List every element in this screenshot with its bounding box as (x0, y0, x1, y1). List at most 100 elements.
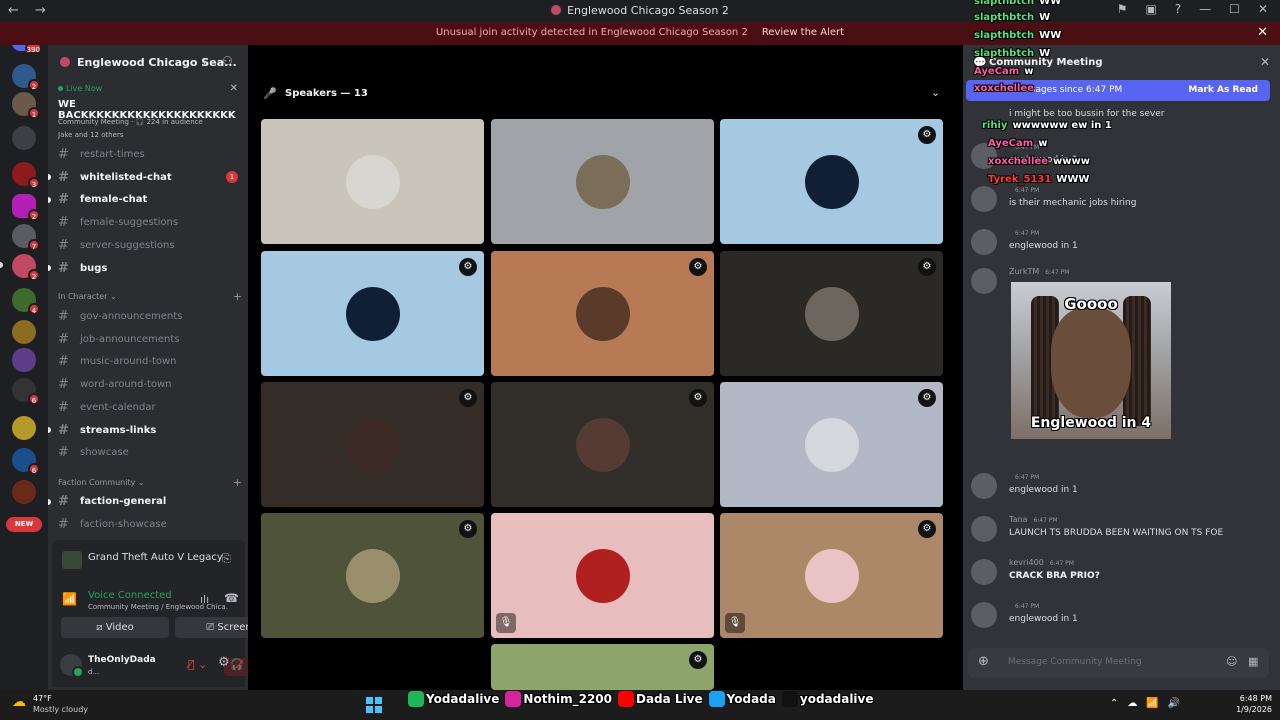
message-author[interactable]: ZurkTM 6:47 PM (1009, 267, 1069, 276)
start-button[interactable] (366, 697, 382, 713)
author-name[interactable]: Tana (1009, 515, 1027, 524)
review-alert-link[interactable]: Review the Alert (762, 27, 844, 38)
message-author[interactable]: 6:47 PM (1009, 601, 1039, 610)
emoji-icon[interactable]: ☺ (1226, 655, 1237, 668)
chevron-down-icon[interactable]: ⌄ (200, 54, 209, 67)
speaker-tile[interactable]: ⚙ (491, 251, 714, 376)
avatar[interactable] (971, 559, 997, 585)
speaker-avatar[interactable] (805, 155, 859, 209)
speaker-avatar[interactable] (576, 287, 630, 341)
message-author[interactable]: 6:47 PM (1009, 185, 1039, 194)
speaker-avatar[interactable] (805, 287, 859, 341)
speaker-tile[interactable]: ⚙ (720, 119, 943, 244)
author-name[interactable]: ZurkTM (1009, 267, 1039, 276)
app-icon[interactable]: ▦ (1248, 655, 1258, 668)
server-icon[interactable] (12, 480, 36, 504)
mic-muted-icon[interactable]: 🎙̸ ⌄ (188, 658, 216, 676)
server-icon[interactable]: 6 (12, 448, 40, 475)
author-name[interactable]: kevri400 (1009, 558, 1044, 567)
avatar[interactable] (60, 654, 84, 678)
live-stage-card[interactable]: Live Now ✕ WE BACKKKKKKKKKKKKKKKKKKKK Co… (52, 81, 244, 149)
server-icon[interactable]: 1 (12, 92, 40, 119)
avatar[interactable] (971, 473, 997, 499)
speaker-avatar[interactable] (576, 418, 630, 472)
settings-gear-icon[interactable]: ⚙ (218, 655, 230, 670)
speaker-avatar[interactable] (576, 155, 630, 209)
new-badge[interactable]: NEW (6, 517, 42, 532)
message-composer[interactable]: ⊕ Message Community Meeting ☺ ▦ (968, 648, 1269, 678)
speaker-avatar[interactable] (576, 549, 630, 603)
channel-bugs[interactable]: # bugs (48, 258, 242, 279)
add-channel-icon[interactable]: + (233, 290, 242, 303)
video-button[interactable]: ⧄ Video (61, 617, 169, 638)
channel-showcase[interactable]: # showcase (54, 442, 242, 463)
system-tray[interactable]: ⌃☁📶🔊 (1110, 698, 1189, 709)
channel-word-around-town[interactable]: # word-around-town (54, 374, 242, 395)
speaker-tile[interactable]: ⚙ (261, 382, 484, 507)
server-icon[interactable]: 3 (12, 162, 40, 189)
server-icon[interactable]: 2 (12, 64, 40, 91)
speaker-avatar[interactable] (805, 418, 859, 472)
noise-suppression-icon[interactable]: ılı (200, 593, 209, 606)
channel-event-calendar[interactable]: # event-calendar (54, 397, 242, 418)
disconnect-icon[interactable]: ☎ (224, 591, 239, 605)
server-icon[interactable]: 4 (12, 288, 40, 315)
avatar[interactable] (971, 229, 997, 255)
speaker-avatar[interactable] (346, 155, 400, 209)
stream-icon[interactable]: ⎘ (222, 552, 231, 566)
server-icon[interactable]: 2 (12, 254, 40, 281)
speaker-tile[interactable] (491, 119, 714, 244)
channel-female-chat[interactable]: # female-chat (48, 189, 242, 210)
avatar[interactable] (971, 516, 997, 542)
signal-icon[interactable]: 📶 (62, 592, 77, 606)
category-in-character[interactable]: In Character ⌄ + (58, 290, 242, 303)
speaker-tile[interactable]: ⚙ (720, 251, 943, 376)
channel-faction-showcase[interactable]: # faction-showcase (54, 514, 242, 535)
invite-icon[interactable]: ⚇ (222, 54, 233, 68)
server-icon[interactable] (12, 320, 36, 344)
speaker-avatar[interactable] (346, 418, 400, 472)
close-icon[interactable]: ✕ (230, 83, 238, 94)
speaker-tile[interactable]: ⚙ (720, 382, 943, 507)
channel-female-suggestions[interactable]: # female-suggestions (54, 212, 242, 233)
message-input[interactable]: Message Community Meeting (1008, 657, 1142, 667)
channel-faction-general[interactable]: # faction-general (48, 491, 242, 512)
server-icon[interactable]: 7 (12, 224, 40, 251)
server-icon[interactable]: 6 (12, 378, 40, 405)
category-faction-community[interactable]: Faction Community ⌄ + (58, 476, 242, 489)
meme-image[interactable]: Goooo Englewood in 4 (1011, 282, 1171, 439)
speaker-avatar[interactable] (346, 287, 400, 341)
message-author[interactable]: kevri400 6:47 PM (1009, 558, 1074, 567)
channel-gov-announcements[interactable]: # gov-announcements (54, 306, 242, 327)
message-author[interactable]: Tana 6:47 PM (1009, 515, 1058, 524)
speakers-header[interactable]: 🎤 Speakers — 13 ⌄ (248, 83, 963, 105)
channel-job-announcements[interactable]: # job-announcements (54, 329, 242, 350)
guild-header[interactable]: Englewood Chicago Sea... ⌄ ⚇ (48, 45, 248, 79)
avatar[interactable] (971, 186, 997, 212)
speaker-tile[interactable]: ⚙ (261, 251, 484, 376)
channel-streams-links[interactable]: # streams-links (48, 420, 242, 441)
chevron-down-icon[interactable]: ⌄ (931, 86, 940, 99)
speaker-tile[interactable]: 🎙 (491, 513, 714, 638)
speaker-tile[interactable]: ⚙ (491, 382, 714, 507)
speaker-avatar[interactable] (805, 549, 859, 603)
server-icon[interactable] (12, 348, 36, 372)
message-author[interactable]: 6:47 PM (1009, 472, 1039, 481)
channel-music-around-town[interactable]: # music-around-town (54, 351, 242, 372)
server-icon[interactable] (12, 126, 36, 150)
channel-restart-times[interactable]: # restart-times (54, 144, 242, 165)
speaker-avatar[interactable] (346, 549, 400, 603)
channel-whitelisted-chat[interactable]: # whitelisted-chat 1 (48, 167, 242, 188)
avatar[interactable] (971, 602, 997, 628)
speaker-tile[interactable]: ⚙ (491, 644, 714, 690)
speaker-tile[interactable] (261, 119, 484, 244)
server-icon[interactable]: 2 (12, 194, 40, 221)
add-channel-icon[interactable]: + (233, 476, 242, 489)
channel-server-suggestions[interactable]: # server-suggestions (54, 235, 242, 256)
add-attachment-icon[interactable]: ⊕ (978, 654, 989, 669)
server-icon[interactable] (12, 416, 36, 440)
speaker-tile[interactable]: ⚙ (261, 513, 484, 638)
avatar[interactable] (971, 268, 997, 294)
message-author[interactable]: 6:47 PM (1009, 228, 1039, 237)
weather-icon[interactable]: ☁ (12, 694, 26, 710)
